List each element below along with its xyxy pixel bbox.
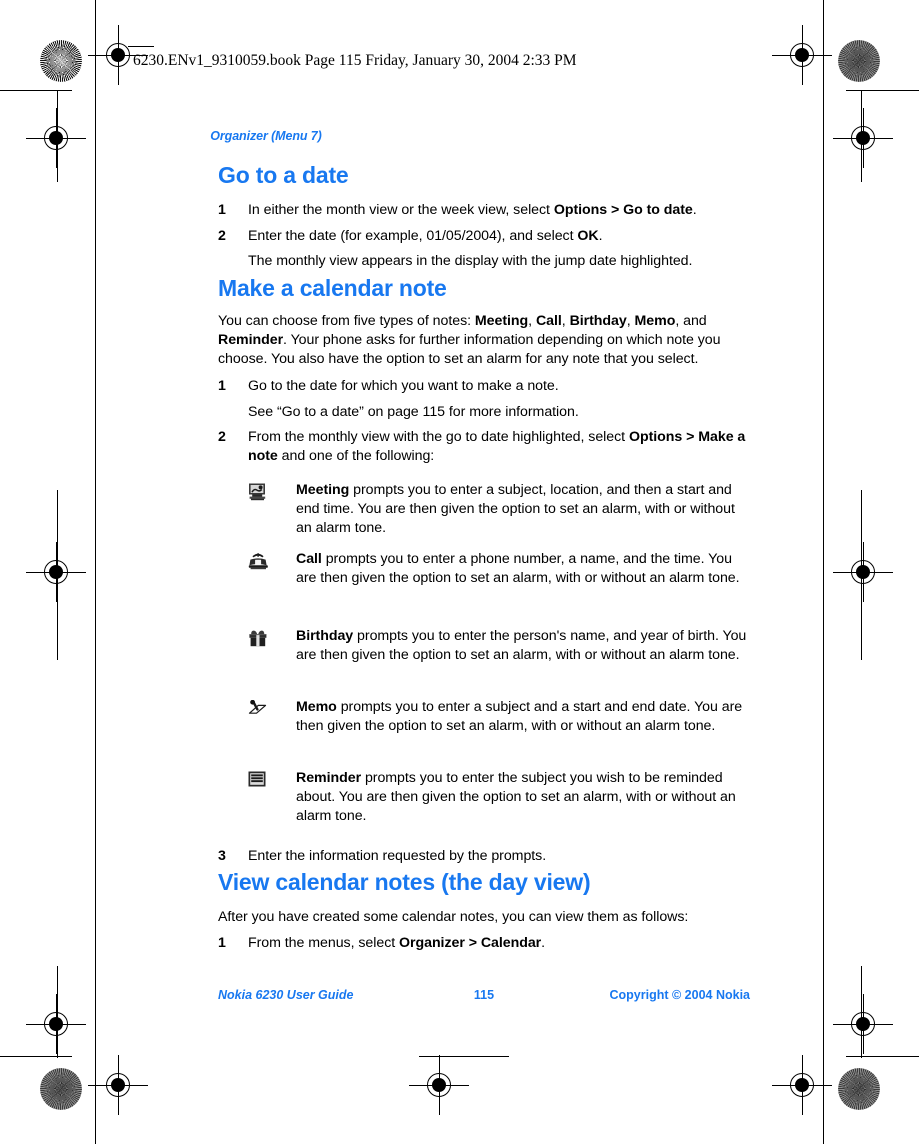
note-type-description: prompts you to enter the person's name, … — [296, 628, 747, 663]
step-row: 1 From the menus, select Organizer > Cal… — [218, 934, 750, 953]
crop-line-bottom-center — [419, 1056, 509, 1057]
step-row: 1 In either the month view or the week v… — [218, 201, 750, 220]
note-type-description: prompts you to enter a subject, location… — [296, 482, 735, 536]
heading-make-a-calendar-note: Make a calendar note — [218, 275, 447, 301]
list-item: Memo prompts you to enter a subject and … — [248, 698, 750, 736]
crop-line-bottom-left — [0, 1056, 72, 1057]
registration-mark-bottom-right — [772, 1055, 832, 1115]
list-item: Birthday prompts you to enter the person… — [248, 627, 750, 665]
note-type-label: Meeting — [296, 482, 350, 498]
intro-tail: . Your phone asks for further informatio… — [218, 331, 721, 367]
crop-line-top-right — [846, 90, 919, 91]
step-number: 2 — [218, 228, 226, 244]
lines-list-icon — [248, 769, 296, 826]
note-type-call-label: Call — [535, 313, 562, 329]
step-continuation: See “Go to a date” on page 115 for more … — [248, 404, 579, 420]
intro-lead: You can choose from five types of notes: — [218, 313, 475, 329]
note-type-description: prompts you to enter a phone number, a n… — [296, 551, 740, 586]
note-type-label: Birthday — [296, 628, 354, 644]
step-text: From the monthly view with the go to dat… — [248, 428, 750, 466]
step-row: 1 Go to the date for which you want to m… — [218, 377, 750, 396]
running-head: Organizer (Menu 7) — [210, 129, 322, 143]
note-type-meeting-label: Meeting — [474, 313, 529, 329]
step-number: 1 — [218, 935, 226, 951]
step-text: Go to the date for which you want to mak… — [248, 378, 559, 394]
file-info-rule — [128, 46, 154, 47]
registration-mark-upper-right — [833, 108, 893, 168]
step-text-lead: Enter the date (for example, 01/05/2004)… — [248, 228, 578, 244]
note-type-label: Call — [296, 551, 322, 567]
step-text-tail: . — [541, 935, 546, 951]
registration-mark-top-right — [772, 25, 832, 85]
density-target-bottom-right — [838, 1068, 880, 1110]
gift-icon — [248, 627, 296, 665]
telephone-icon — [248, 550, 296, 588]
list-item: Meeting prompts you to enter a subject, … — [248, 481, 750, 538]
step-row: 3 Enter the information requested by the… — [218, 847, 750, 866]
note-type-label: Memo — [296, 699, 337, 715]
crop-line-left-vertical — [95, 0, 96, 1144]
step-text: From the menus, select Organizer > Calen… — [248, 934, 750, 953]
registration-mark-lower-left — [26, 994, 86, 1054]
step-number: 1 — [218, 378, 226, 394]
step-text: Enter the date (for example, 01/05/2004)… — [248, 227, 750, 246]
step-number: 2 — [218, 429, 226, 445]
list-item-text: Birthday prompts you to enter the person… — [296, 627, 750, 665]
step-text-tail: and one of the following: — [277, 447, 435, 464]
intro-sep-3: , — [626, 313, 635, 329]
note-type-description: prompts you to enter the subject you wis… — [296, 770, 736, 824]
heading-go-to-a-date: Go to a date — [218, 162, 349, 188]
step-number: 3 — [218, 848, 226, 864]
note-type-label: Reminder — [296, 770, 362, 786]
list-item: Call prompts you to enter a phone number… — [248, 550, 750, 588]
footer-copyright: Copyright © 2004 Nokia — [609, 988, 751, 1002]
step-text: In either the month view or the week vie… — [248, 201, 750, 220]
step-text-bold-options: Options > — [628, 429, 695, 445]
list-item-text: Call prompts you to enter a phone number… — [296, 550, 750, 588]
heading-view-calendar-notes: View calendar notes (the day view) — [218, 869, 591, 895]
view-notes-intro: After you have created some calendar not… — [218, 909, 689, 925]
step-text-lead: From the monthly view with the go to dat… — [248, 429, 629, 445]
step-row: 2 From the monthly view with the go to d… — [218, 428, 750, 466]
step-text-tail: . — [598, 228, 603, 244]
crop-line-right-vertical — [823, 0, 824, 1144]
step-continuation: The monthly view appears in the display … — [248, 253, 693, 269]
list-item-text: Reminder prompts you to enter the subjec… — [296, 769, 750, 826]
step-text: Enter the information requested by the p… — [248, 848, 547, 864]
registration-mark-middle-left — [26, 542, 86, 602]
step-row: 2 Enter the date (for example, 01/05/200… — [218, 227, 750, 246]
pen-note-icon — [248, 698, 296, 736]
note-type-birthday-label: Birthday — [569, 313, 627, 329]
registration-mark-middle-right — [833, 542, 893, 602]
density-target-top-right — [838, 40, 880, 82]
document-page: 6230.ENv1_9310059.book Page 115 Friday, … — [0, 0, 919, 1144]
crop-line-bottom-right — [846, 1056, 919, 1057]
step-text-bold: Options > Go to date — [553, 202, 693, 218]
intro-sep-2: , — [561, 313, 570, 329]
step-text-lead: From the menus, select — [248, 935, 400, 951]
list-item: Reminder prompts you to enter the subjec… — [248, 769, 750, 826]
note-type-memo-label: Memo — [634, 313, 676, 329]
file-info-header: 6230.ENv1_9310059.book Page 115 Friday, … — [133, 52, 577, 69]
crop-line-top-left — [0, 90, 72, 91]
registration-mark-bottom-center — [409, 1055, 469, 1115]
list-item-text: Meeting prompts you to enter a subject, … — [296, 481, 750, 538]
list-item-text: Memo prompts you to enter a subject and … — [296, 698, 750, 736]
intro-sep-1: , — [528, 313, 536, 329]
meeting-icon — [248, 481, 296, 538]
intro-sep-4: , and — [675, 313, 707, 329]
step-text-lead: In either the month view or the week vie… — [248, 202, 554, 218]
registration-mark-bottom-left — [88, 1055, 148, 1115]
note-type-reminder-label: Reminder — [218, 331, 284, 348]
step-text-bold: OK — [577, 228, 599, 244]
density-target-bottom-left — [40, 1068, 82, 1110]
make-note-intro: You can choose from five types of notes:… — [218, 312, 750, 369]
step-text-bold: Organizer > Calendar — [399, 935, 542, 951]
step-text-tail: . — [692, 202, 697, 218]
registration-mark-lower-right — [833, 994, 893, 1054]
density-target-top-left — [40, 40, 82, 82]
step-number: 1 — [218, 202, 226, 218]
note-type-description: prompts you to enter a subject and a sta… — [296, 699, 743, 734]
